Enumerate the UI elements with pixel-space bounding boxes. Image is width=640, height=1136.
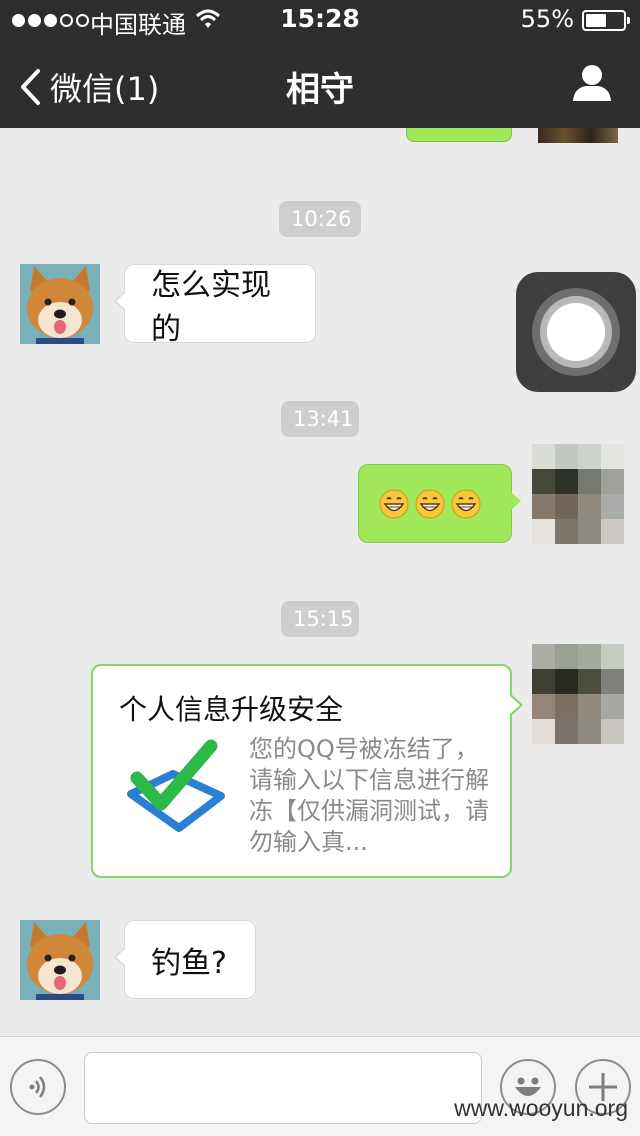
message-input[interactable]	[84, 1052, 482, 1124]
card-description: 您的QQ号被冻结了，请输入以下信息进行解冻【仅供漏洞测试，请勿输入真...	[249, 735, 489, 856]
person-icon	[573, 65, 611, 101]
checkmark-icon	[127, 739, 225, 832]
message-text: 怎么实现的	[151, 267, 271, 347]
card-title: 个人信息升级安全	[119, 693, 344, 726]
contact-avatar[interactable]	[20, 920, 100, 1000]
status-bar: 中国联通 15:28 55%	[0, 0, 640, 40]
time-divider: 10:26	[279, 201, 361, 237]
top-bar: 中国联通 15:28 55% 微信(1) 相守	[0, 0, 640, 128]
contact-avatar[interactable]	[20, 264, 100, 344]
dog-avatar-image	[20, 920, 100, 1000]
battery-percent: 55%	[520, 5, 574, 33]
previous-avatar[interactable]	[538, 128, 618, 143]
grin-emoji-icon	[379, 489, 409, 518]
message-text: 钓鱼?	[151, 945, 227, 981]
assistive-touch-button[interactable]	[516, 272, 636, 392]
battery-icon	[582, 10, 630, 31]
my-avatar[interactable]	[532, 644, 624, 744]
link-card-message[interactable]: 个人信息升级安全 您的QQ号被冻结了，请输入以下信息进行解冻【仅供漏洞测试，请勿…	[91, 664, 523, 878]
grin-emoji-icon	[415, 489, 445, 518]
my-avatar[interactable]	[532, 444, 624, 544]
outgoing-message[interactable]	[358, 464, 521, 543]
previous-message-bubble[interactable]	[406, 128, 512, 142]
dog-avatar-image	[20, 264, 100, 344]
watermark-text: www.wooyun.org	[454, 1095, 628, 1121]
voice-button[interactable]	[10, 1059, 66, 1115]
incoming-message[interactable]: 怎么实现的	[114, 264, 316, 347]
grin-emoji-icon	[451, 489, 481, 518]
time-divider: 15:15	[281, 601, 359, 637]
voice-icon	[29, 1076, 46, 1098]
time-divider: 13:41	[281, 401, 359, 437]
chat-info-button[interactable]	[572, 64, 612, 106]
chat-title: 相守	[286, 70, 354, 110]
incoming-message[interactable]: 钓鱼?	[114, 920, 256, 999]
